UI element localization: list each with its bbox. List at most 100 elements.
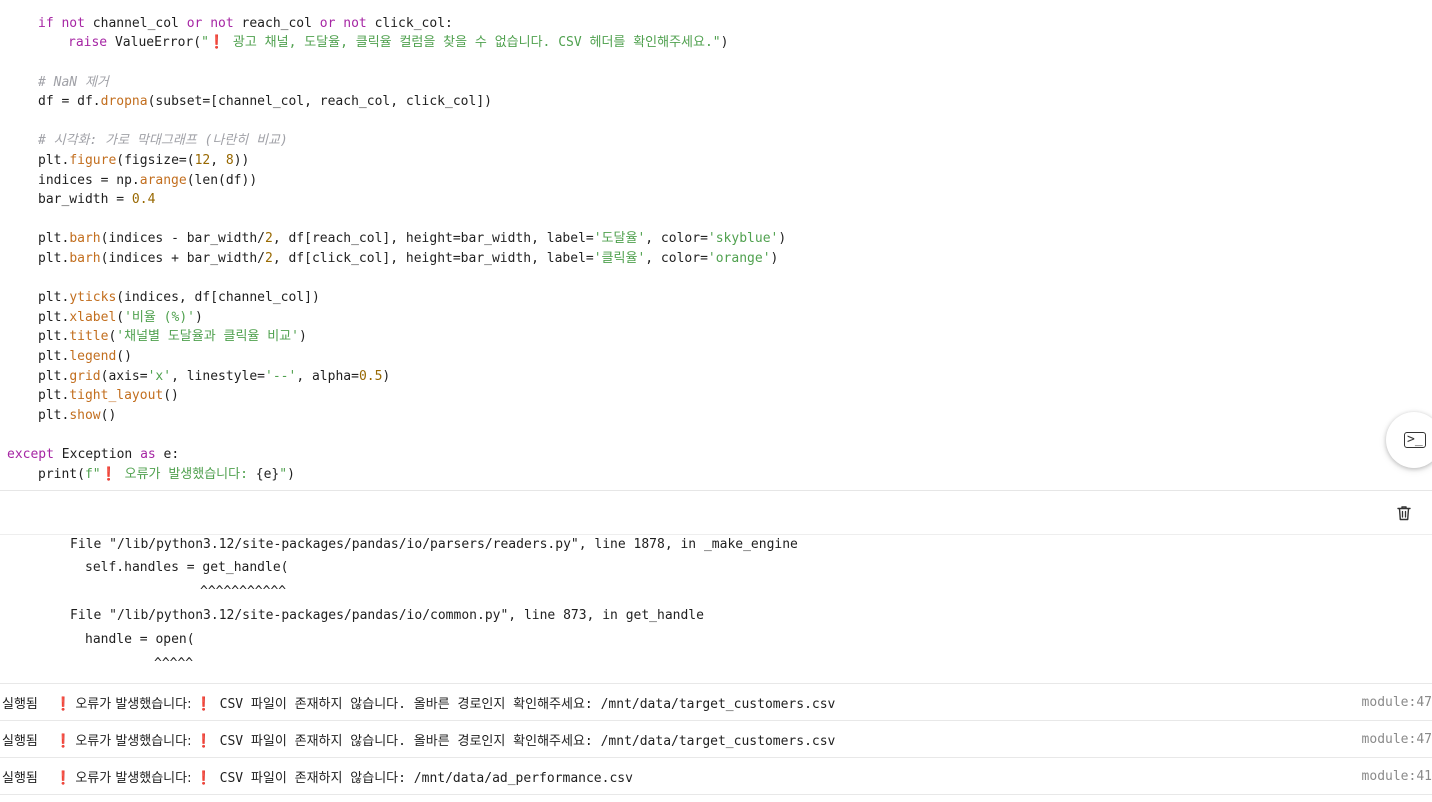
code-token: () bbox=[116, 349, 132, 364]
code-line-16: plt.tight_layout() bbox=[38, 386, 179, 405]
code-line-7: indices = np.arange(len(df)) bbox=[38, 171, 257, 190]
code-line-18: except Exception as e: bbox=[7, 445, 179, 464]
code-token: ) bbox=[287, 467, 295, 482]
code-line-2: raise ValueError("❗ 광고 채널, 도달율, 클릭율 컬럼을 … bbox=[68, 33, 728, 52]
code-token: , df[reach_col], height=bar_width, label… bbox=[272, 231, 594, 246]
code-token: except bbox=[7, 447, 54, 462]
code-token: () bbox=[163, 388, 179, 403]
code-string: '--' bbox=[265, 369, 297, 384]
code-number: 2 bbox=[265, 231, 273, 246]
code-token: df = df. bbox=[38, 94, 101, 109]
code-token: ( bbox=[116, 310, 125, 325]
code-string: 'orange' bbox=[707, 251, 771, 266]
code-string: f"❗ 오류가 발생했습니다: bbox=[84, 467, 256, 482]
log-row: 실행됨 ❗ 오류가 발생했습니다: ❗ CSV 파일이 존재하지 않습니다. 올… bbox=[0, 683, 1432, 720]
code-line-12: plt.xlabel('비율 (%)') bbox=[38, 308, 203, 327]
code-line-5: # 시각화: 가로 막대그래프 (나란히 비교) bbox=[38, 131, 288, 150]
code-function: grid bbox=[69, 369, 101, 384]
code-token: plt. bbox=[38, 310, 70, 325]
code-function: xlabel bbox=[69, 310, 117, 325]
code-token: plt. bbox=[38, 251, 70, 266]
code-line-17: plt.show() bbox=[38, 406, 116, 425]
code-token: e: bbox=[155, 447, 180, 462]
log-message: ❗ 오류가 발생했습니다: ❗ CSV 파일이 존재하지 않습니다: /mnt/… bbox=[55, 767, 633, 786]
code-token: not bbox=[343, 16, 367, 31]
code-token: ) bbox=[298, 329, 307, 344]
code-token: not bbox=[210, 16, 234, 31]
code-token: or bbox=[186, 16, 203, 31]
code-token: () bbox=[100, 408, 117, 423]
log-message-part: ❗ CSV 파일이 존재하지 않습니다: /mnt/data/ad_perfor… bbox=[195, 770, 633, 786]
code-token: , bbox=[210, 153, 226, 168]
traceback-line: self.handles = get_handle( bbox=[85, 560, 289, 575]
code-line-3: # NaN 제거 bbox=[38, 73, 109, 92]
log-status: 실행됨 bbox=[2, 696, 38, 712]
code-number: 8 bbox=[225, 153, 234, 168]
code-token: ValueError( bbox=[107, 35, 202, 50]
log-status: 실행됨 bbox=[2, 733, 38, 749]
log-message-part: ❗ 오류가 발생했습니다: bbox=[55, 770, 196, 786]
code-line-4: df = df.dropna(subset=[channel_col, reac… bbox=[38, 92, 492, 111]
code-token: (subset=[channel_col, reach_col, click_c… bbox=[147, 94, 492, 109]
code-token: plt. bbox=[38, 231, 70, 246]
log-message-part: ❗ 오류가 발생했습니다: bbox=[55, 733, 196, 749]
code-string: 'x' bbox=[147, 369, 172, 384]
code-line-15: plt.grid(axis='x', linestyle='--', alpha… bbox=[38, 367, 390, 386]
traceback-line: File "/lib/python3.12/site-packages/pand… bbox=[70, 608, 704, 623]
code-token: ) bbox=[770, 251, 779, 266]
code-token: plt. bbox=[38, 153, 70, 168]
code-function: yticks bbox=[69, 290, 117, 305]
code-token: as bbox=[140, 447, 156, 462]
code-number: 2 bbox=[265, 251, 273, 266]
code-token: reach_col bbox=[233, 16, 320, 31]
code-token: plt. bbox=[38, 408, 70, 423]
log-message-part: ❗ CSV 파일이 존재하지 않습니다. 올바른 경로인지 확인해주세요: /m… bbox=[195, 696, 836, 712]
code-token: plt. bbox=[38, 290, 70, 305]
code-string: '비율 (%)' bbox=[124, 310, 195, 325]
log-message-part: ❗ CSV 파일이 존재하지 않습니다. 올바른 경로인지 확인해주세요: /m… bbox=[195, 733, 836, 749]
log-source-link[interactable]: module:47 bbox=[1362, 732, 1432, 747]
code-editor[interactable]: if not channel_col or not reach_col or n… bbox=[0, 0, 1432, 490]
code-token: print( bbox=[38, 467, 85, 482]
code-line-19: print(f"❗ 오류가 발생했습니다: {e}") bbox=[38, 465, 295, 484]
code-string: '클릭율' bbox=[593, 251, 646, 266]
code-token: )) bbox=[233, 153, 250, 168]
code-line-6: plt.figure(figsize=(12, 8)) bbox=[38, 151, 249, 170]
code-function: arange bbox=[139, 173, 187, 188]
code-token: (indices + bar_width/ bbox=[100, 251, 265, 266]
code-token: if bbox=[38, 16, 54, 31]
log-source-link[interactable]: module:41 bbox=[1362, 769, 1432, 784]
traceback-line: handle = open( bbox=[85, 632, 195, 647]
log-row: 실행됨 ❗ 오류가 발생했습니다: ❗ CSV 파일이 존재하지 않습니다. 올… bbox=[0, 720, 1432, 757]
code-number: 0.5 bbox=[358, 369, 383, 384]
code-token: indices = np. bbox=[38, 173, 140, 188]
log-row: 실행됨 ❗ 오류가 발생했습니다: ❗ CSV 파일이 존재하지 않습니다: /… bbox=[0, 757, 1432, 794]
log-status: 실행됨 bbox=[2, 770, 38, 786]
code-token: click_col: bbox=[366, 16, 453, 31]
code-token: (figsize=( bbox=[116, 153, 195, 168]
traceback-line: ^^^^^^^^^^^ bbox=[200, 584, 287, 599]
code-token: or bbox=[319, 16, 336, 31]
trash-icon[interactable] bbox=[1395, 504, 1413, 522]
code-line-9: plt.barh(indices - bar_width/2, df[reach… bbox=[38, 229, 786, 248]
code-string: '도달율' bbox=[593, 231, 646, 246]
code-string: " bbox=[279, 467, 288, 482]
code-token: channel_col bbox=[84, 16, 187, 31]
code-token: (axis= bbox=[100, 369, 148, 384]
divider bbox=[0, 794, 1432, 795]
code-token: , df[click_col], height=bar_width, label… bbox=[272, 251, 594, 266]
traceback-line: File "/lib/python3.12/site-packages/pand… bbox=[70, 537, 798, 552]
code-token: ) bbox=[720, 35, 729, 50]
code-token: (len(df)) bbox=[186, 173, 258, 188]
code-token: , linestyle= bbox=[171, 369, 265, 384]
code-token: (indices, df[channel_col]) bbox=[116, 290, 320, 305]
code-token: Exception bbox=[53, 447, 141, 462]
code-string: "❗ 광고 채널, 도달율, 클릭율 컬럼을 찾을 수 없습니다. CSV 헤더… bbox=[201, 35, 721, 50]
code-token: ) bbox=[778, 231, 787, 246]
code-token: ) bbox=[382, 369, 391, 384]
log-source-link[interactable]: module:47 bbox=[1362, 695, 1432, 710]
code-string: '채널별 도달율과 클릭율 비교' bbox=[116, 329, 299, 344]
code-token: (indices - bar_width/ bbox=[100, 231, 265, 246]
log-message: ❗ 오류가 발생했습니다: ❗ CSV 파일이 존재하지 않습니다. 올바른 경… bbox=[55, 693, 835, 712]
log-message: ❗ 오류가 발생했습니다: ❗ CSV 파일이 존재하지 않습니다. 올바른 경… bbox=[55, 730, 835, 749]
